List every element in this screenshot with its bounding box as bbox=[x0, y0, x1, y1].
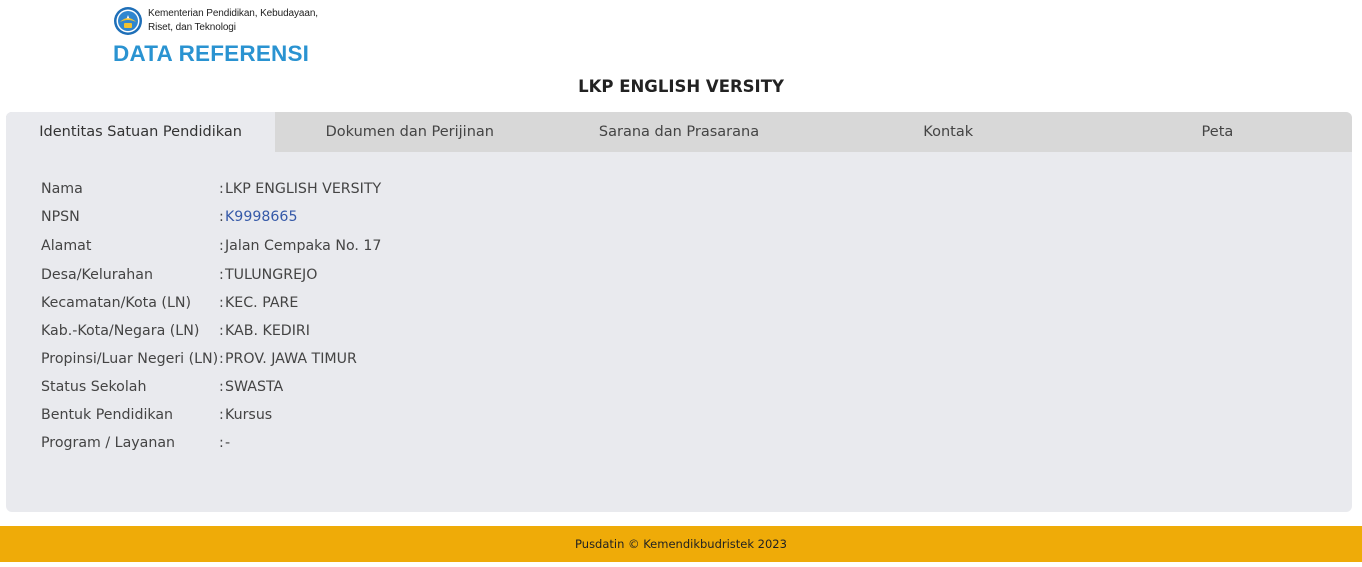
info-row-alamat: Alamat : Jalan Cempaka No. 17 bbox=[41, 231, 381, 261]
field-value: Jalan Cempaka No. 17 bbox=[225, 238, 382, 254]
footer: Pusdatin © Kemendikbudristek 2023 bbox=[0, 526, 1362, 562]
field-label: Alamat bbox=[41, 238, 92, 254]
field-label: Kab.-Kota/Negara (LN) bbox=[41, 323, 200, 339]
ministry-name: Kementerian Pendidikan, Kebudayaan, Rise… bbox=[148, 6, 318, 36]
info-row-desa: Desa/Kelurahan : TULUNGREJO bbox=[41, 261, 381, 289]
field-label: Kecamatan/Kota (LN) bbox=[41, 295, 191, 311]
identity-table: Nama : LKP ENGLISH VERSITY NPSN : K99986… bbox=[41, 175, 381, 457]
tut-wuri-handayani-emblem-icon bbox=[114, 7, 142, 35]
field-value: PROV. JAWA TIMUR bbox=[225, 351, 357, 367]
footer-copyright: Pusdatin © Kemendikbudristek 2023 bbox=[575, 537, 787, 551]
tab-dokumen[interactable]: Dokumen dan Perijinan bbox=[275, 112, 544, 152]
ministry-name-line2: Riset, dan Teknologi bbox=[148, 22, 236, 33]
field-label: Nama bbox=[41, 181, 83, 197]
field-label: Desa/Kelurahan bbox=[41, 267, 153, 283]
field-label: NPSN bbox=[41, 209, 80, 225]
field-label: Program / Layanan bbox=[41, 435, 176, 451]
npsn-link[interactable]: K9998665 bbox=[225, 209, 298, 225]
tab-kontak[interactable]: Kontak bbox=[814, 112, 1083, 152]
field-label: Status Sekolah bbox=[41, 379, 147, 395]
page-title: LKP ENGLISH VERSITY bbox=[578, 77, 784, 96]
tab-bar: Identitas Satuan Pendidikan Dokumen dan … bbox=[6, 112, 1352, 152]
logo-row[interactable]: Kementerian Pendidikan, Kebudayaan, Rise… bbox=[113, 6, 318, 36]
info-row-status: Status Sekolah : SWASTA bbox=[41, 373, 381, 401]
field-value: - bbox=[225, 435, 231, 451]
tab-peta[interactable]: Peta bbox=[1083, 112, 1352, 152]
info-row-program: Program / Layanan : - bbox=[41, 429, 381, 457]
field-value: KEC. PARE bbox=[225, 295, 299, 311]
field-label: Propinsi/Luar Negeri (LN) bbox=[41, 351, 219, 367]
info-row-propinsi: Propinsi/Luar Negeri (LN) : PROV. JAWA T… bbox=[41, 345, 381, 373]
field-value: TULUNGREJO bbox=[225, 267, 318, 283]
tab-sarana[interactable]: Sarana dan Prasarana bbox=[544, 112, 813, 152]
field-label: Bentuk Pendidikan bbox=[41, 407, 174, 423]
info-row-kabupaten: Kab.-Kota/Negara (LN) : KAB. KEDIRI bbox=[41, 317, 381, 345]
info-row-nama: Nama : LKP ENGLISH VERSITY bbox=[41, 175, 381, 203]
detail-panel: Identitas Satuan Pendidikan Dokumen dan … bbox=[6, 112, 1352, 512]
info-row-npsn: NPSN : K9998665 bbox=[41, 203, 381, 231]
field-value: LKP ENGLISH VERSITY bbox=[225, 181, 382, 197]
field-value: KAB. KEDIRI bbox=[225, 323, 310, 339]
site-header: Kementerian Pendidikan, Kebudayaan, Rise… bbox=[113, 6, 318, 66]
tab-identitas[interactable]: Identitas Satuan Pendidikan bbox=[6, 112, 276, 152]
brand-title[interactable]: DATA REFERENSI bbox=[113, 41, 309, 67]
info-row-bentuk: Bentuk Pendidikan : Kursus bbox=[41, 401, 381, 429]
field-value: Kursus bbox=[225, 407, 273, 423]
info-row-kecamatan: Kecamatan/Kota (LN) : KEC. PARE bbox=[41, 289, 381, 317]
field-value: SWASTA bbox=[225, 379, 284, 395]
